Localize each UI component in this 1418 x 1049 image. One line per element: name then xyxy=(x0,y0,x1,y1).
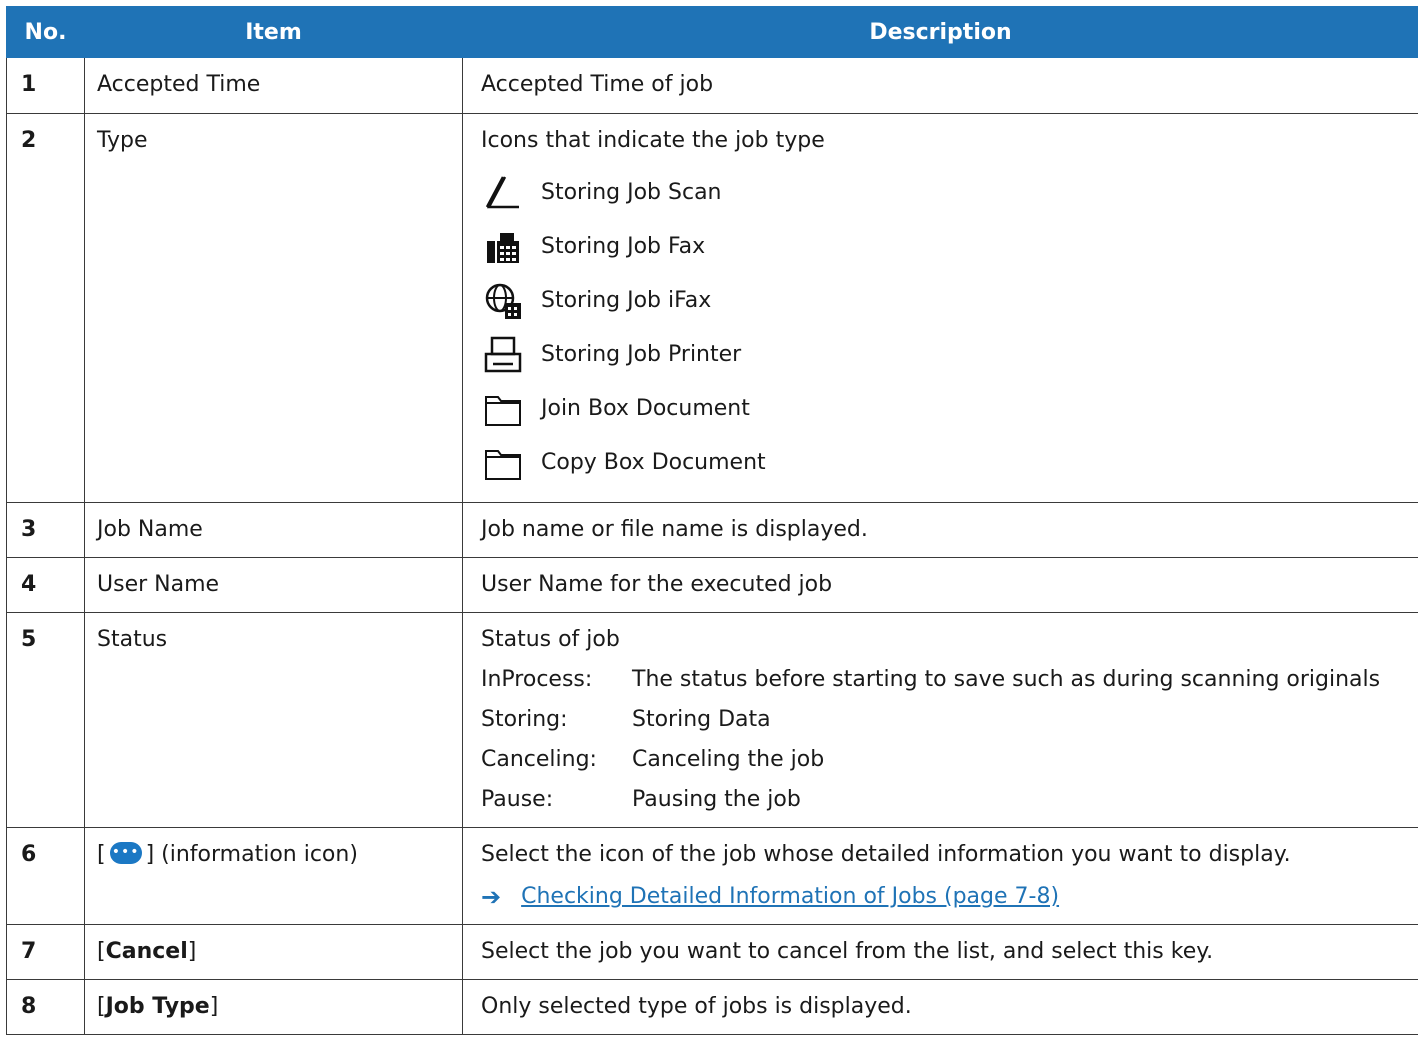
type-item: Copy Box Document xyxy=(481,436,1408,490)
row-item: Type xyxy=(84,113,463,503)
reference-link-row: ➔ Checking Detailed Information of Jobs … xyxy=(481,882,1408,912)
table-row: 2 Type Icons that indicate the job type … xyxy=(6,113,1418,503)
table-row: 7 [Cancel] Select the job you want to ca… xyxy=(6,924,1418,980)
bracket-close: ] xyxy=(187,939,197,964)
row-number: 2 xyxy=(6,113,85,503)
type-label: Storing Job Scan xyxy=(541,180,722,205)
arrow-right-icon: ➔ xyxy=(481,883,502,911)
status-key: InProcess: xyxy=(481,667,593,692)
status-key: Storing: xyxy=(481,707,568,732)
description-table: No. Item Description 1 Accepted Time Acc… xyxy=(6,6,1418,1035)
table-row: 3 Job Name Job name or file name is disp… xyxy=(6,502,1418,558)
row-number: 5 xyxy=(6,612,85,828)
status-value: Canceling the job xyxy=(632,747,825,772)
row-item: [Cancel] xyxy=(84,924,463,980)
row-item: Accepted Time xyxy=(84,57,463,114)
type-item: Storing Job Scan xyxy=(481,166,1408,220)
row-item: Job Name xyxy=(84,502,463,558)
type-label: Join Box Document xyxy=(541,396,750,421)
header-item: Item xyxy=(84,6,463,58)
row-item: Status xyxy=(84,612,463,828)
ifax-icon xyxy=(481,279,525,323)
type-label: Storing Job iFax xyxy=(541,288,712,313)
item-suffix: ] (information icon) xyxy=(145,842,358,867)
row-number: 8 xyxy=(6,979,85,1035)
status-item: Storing: Storing Data xyxy=(481,705,1408,735)
type-label: Storing Job Printer xyxy=(541,342,742,367)
type-item: Storing Job iFax xyxy=(481,274,1408,328)
row-item: [Job Type] xyxy=(84,979,463,1035)
key-name: Cancel xyxy=(105,939,188,964)
type-label: Copy Box Document xyxy=(541,450,766,475)
row-number: 3 xyxy=(6,502,85,558)
row-number: 4 xyxy=(6,557,85,613)
row-item: User Name xyxy=(84,557,463,613)
row-number: 1 xyxy=(6,57,85,114)
row-description: Icons that indicate the job type Storing… xyxy=(462,113,1418,503)
row-description: User Name for the executed job xyxy=(462,557,1418,613)
table-header: No. Item Description xyxy=(6,6,1418,58)
bracket-open: [ xyxy=(97,842,106,867)
row-item: [ ] (information icon) xyxy=(84,827,463,925)
row-description: Status of job InProcess: The status befo… xyxy=(462,612,1418,828)
key-name: Job Type xyxy=(105,994,210,1019)
table-row: 6 [ ] (information icon) Select the icon … xyxy=(6,827,1418,925)
table-row: 5 Status Status of job InProcess: The st… xyxy=(6,612,1418,828)
printer-icon xyxy=(481,333,525,377)
type-item: Storing Job Printer xyxy=(481,328,1408,382)
type-list: Storing Job Scan Storing Job Fax Storing… xyxy=(481,166,1408,490)
row-description: Select the job you want to cancel from t… xyxy=(462,924,1418,980)
status-value: Pausing the job xyxy=(632,787,801,812)
status-item: Canceling: Canceling the job xyxy=(481,745,1408,775)
status-key: Pause: xyxy=(481,787,554,812)
status-item: InProcess: The status before starting to… xyxy=(481,665,1408,695)
row-description: Job name or file name is displayed. xyxy=(462,502,1418,558)
status-intro: Status of job xyxy=(481,627,620,652)
type-label: Storing Job Fax xyxy=(541,234,706,259)
header-description: Description xyxy=(462,6,1418,58)
folder-icon xyxy=(481,387,525,431)
info-description: Select the icon of the job whose detaile… xyxy=(481,842,1291,867)
status-value: The status before starting to save such … xyxy=(632,667,1381,692)
row-number: 7 xyxy=(6,924,85,980)
status-value: Storing Data xyxy=(632,707,771,732)
status-key: Canceling: xyxy=(481,747,597,772)
information-icon xyxy=(109,837,142,867)
type-intro: Icons that indicate the job type xyxy=(481,128,825,153)
table-row: 8 [Job Type] Only selected type of jobs … xyxy=(6,979,1418,1035)
row-description: Only selected type of jobs is displayed. xyxy=(462,979,1418,1035)
reference-link[interactable]: Checking Detailed Information of Jobs (p… xyxy=(521,882,1059,912)
status-item: Pause: Pausing the job xyxy=(481,785,1408,815)
scan-icon xyxy=(481,171,525,215)
row-description: Select the icon of the job whose detaile… xyxy=(462,827,1418,925)
folder-icon xyxy=(481,441,525,485)
fax-icon xyxy=(481,225,525,269)
table-row: 4 User Name User Name for the executed j… xyxy=(6,557,1418,613)
table-row: 1 Accepted Time Accepted Time of job xyxy=(6,57,1418,114)
bracket-open: [ xyxy=(97,994,106,1019)
type-item: Storing Job Fax xyxy=(481,220,1408,274)
row-number: 6 xyxy=(6,827,85,925)
row-description: Accepted Time of job xyxy=(462,57,1418,114)
bracket-close: ] xyxy=(209,994,219,1019)
type-item: Join Box Document xyxy=(481,382,1408,436)
bracket-open: [ xyxy=(97,939,106,964)
header-no: No. xyxy=(6,6,85,58)
